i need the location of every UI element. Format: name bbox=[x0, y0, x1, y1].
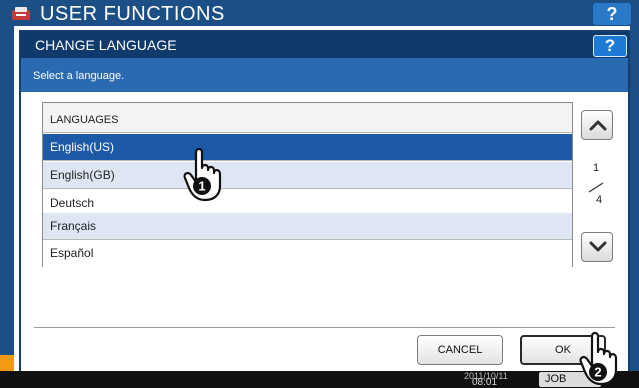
language-item-label: Français bbox=[50, 219, 97, 233]
scroll-down-button[interactable] bbox=[581, 232, 613, 262]
background-right-panel bbox=[630, 26, 639, 371]
help-button[interactable]: ? bbox=[593, 35, 627, 57]
background-title: USER FUNCTIONS bbox=[40, 3, 225, 25]
footer-divider bbox=[34, 327, 615, 328]
chevron-down-icon bbox=[589, 241, 607, 252]
language-list: LANGUAGES English(US) English(GB) Deutsc… bbox=[42, 102, 573, 267]
chevron-up-icon bbox=[589, 120, 607, 131]
language-item-english-us[interactable]: English(US) bbox=[43, 134, 572, 161]
page-current: 1 bbox=[593, 162, 600, 174]
instruction-bar: Select a language. bbox=[21, 58, 628, 92]
background-left-panel bbox=[0, 26, 14, 371]
dialog-title: CHANGE LANGUAGE bbox=[35, 37, 177, 53]
language-item-label: English(GB) bbox=[50, 168, 115, 182]
background-help-button[interactable]: ? bbox=[593, 3, 631, 25]
scroll-up-button[interactable] bbox=[581, 110, 613, 140]
pointer-hand-icon-step-2: 2 bbox=[579, 331, 618, 386]
dialog-title-bar: CHANGE LANGUAGE ? bbox=[21, 32, 628, 58]
language-list-header: LANGUAGES bbox=[43, 103, 572, 133]
cancel-button[interactable]: CANCEL bbox=[417, 335, 503, 365]
change-language-dialog: CHANGE LANGUAGE ? Select a language. LAN… bbox=[19, 30, 630, 371]
page-separator bbox=[588, 182, 604, 193]
step-1-number: 1 bbox=[198, 179, 205, 194]
language-list-header-label: LANGUAGES bbox=[50, 114, 119, 126]
language-item-francais[interactable]: Français bbox=[43, 213, 572, 240]
language-item-label: English(US) bbox=[50, 140, 115, 154]
background-title-bar: USER FUNCTIONS ? bbox=[0, 0, 639, 26]
language-item-label: Deutsch bbox=[50, 196, 95, 210]
pointer-hand-icon-step-1: 1 bbox=[183, 147, 222, 202]
status-bar: 2011/10/11 08:01 JOB STATUS bbox=[0, 371, 639, 388]
page-total: 4 bbox=[596, 194, 603, 206]
instruction-text: Select a language. bbox=[33, 70, 125, 82]
step-2-number: 2 bbox=[594, 365, 601, 380]
language-item-espanol[interactable]: Español bbox=[43, 240, 572, 267]
user-functions-icon bbox=[12, 7, 30, 20]
status-indicator bbox=[0, 355, 14, 371]
dialog-body: LANGUAGES English(US) English(GB) Deutsc… bbox=[21, 92, 628, 371]
language-item-label: Español bbox=[50, 246, 94, 260]
language-item-english-gb[interactable]: English(GB) bbox=[43, 162, 572, 189]
status-time: 08:01 bbox=[472, 377, 498, 388]
